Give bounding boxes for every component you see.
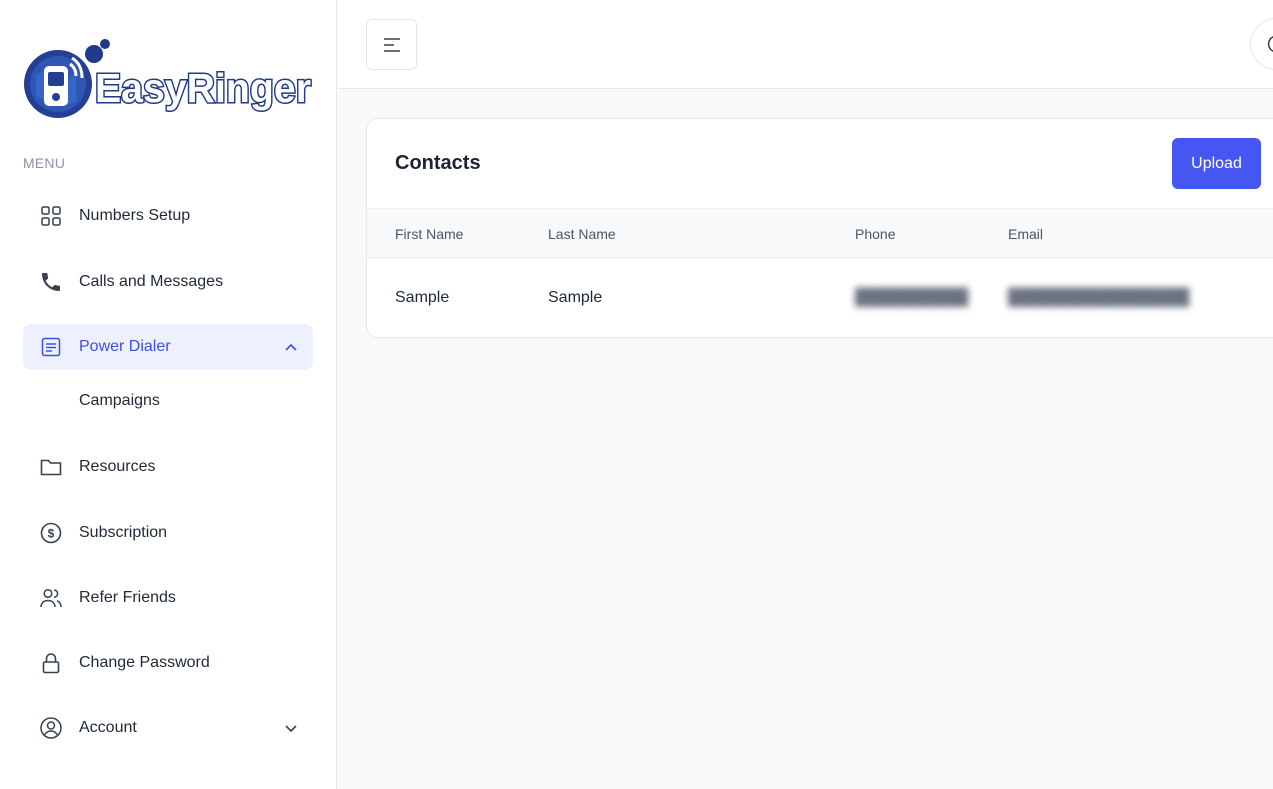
menu-toggle-button[interactable] <box>366 19 417 70</box>
grid-icon <box>23 204 79 228</box>
lock-icon <box>23 651 79 675</box>
theme-toggle-button[interactable] <box>1250 18 1273 70</box>
phone-icon <box>23 270 79 294</box>
table-row[interactable]: Sample Sample ██████████ ███████████████… <box>367 258 1273 337</box>
column-header-last-name[interactable]: Last Name <box>548 226 616 242</box>
menu-lines-icon <box>383 37 400 52</box>
sidebar-item-label: Account <box>79 719 137 736</box>
cell-first-name: Sample <box>395 289 450 306</box>
sidebar-item-label: Calls and Messages <box>79 273 224 290</box>
dollar-circle-icon: $ <box>23 521 79 545</box>
upload-button[interactable]: Upload <box>1172 138 1261 189</box>
sidebar: EasyRinger MENU Numbers Setup Calls and … <box>0 0 337 789</box>
cell-phone-redacted: ██████████ <box>855 289 969 306</box>
sidebar-item-subscription[interactable]: $ Subscription <box>23 510 313 556</box>
user-circle-icon <box>23 716 79 740</box>
column-header-email[interactable]: Email <box>1008 226 1043 242</box>
sidebar-item-change-password[interactable]: Change Password <box>23 640 313 686</box>
chevron-down-icon[interactable] <box>283 720 299 736</box>
cell-last-name: Sample <box>548 289 603 306</box>
sidebar-item-calls-and-messages[interactable]: Calls and Messages <box>23 259 313 305</box>
sidebar-item-account[interactable]: Account <box>23 705 313 751</box>
column-header-phone[interactable]: Phone <box>855 226 895 242</box>
top-header <box>338 0 1273 89</box>
sidebar-item-numbers-setup[interactable]: Numbers Setup <box>23 193 313 239</box>
chevron-up-icon[interactable] <box>283 339 299 355</box>
sidebar-item-label: Subscription <box>79 524 168 541</box>
sidebar-item-power-dialer[interactable]: Power Dialer <box>23 324 313 370</box>
sidebar-item-label: Numbers Setup <box>79 207 191 224</box>
users-icon <box>23 586 79 610</box>
svg-text:EasyRinger: EasyRinger <box>95 65 311 111</box>
sidebar-item-refer-friends[interactable]: Refer Friends <box>23 575 313 621</box>
sidebar-item-resources[interactable]: Resources <box>23 444 313 490</box>
sidebar-item-label: Resources <box>79 458 156 475</box>
easyringer-logo-icon: EasyRinger <box>24 39 313 118</box>
page-title: Contacts <box>395 152 481 174</box>
sidebar-subitem-campaigns[interactable]: Campaigns <box>79 392 160 410</box>
cell-email-redacted: ████████████████ <box>1008 289 1190 306</box>
table-header: First Name Last Name Phone Email <box>367 208 1273 258</box>
app-root: EasyRinger MENU Numbers Setup Calls and … <box>0 0 1273 789</box>
folder-icon <box>23 455 79 479</box>
column-header-first-name[interactable]: First Name <box>395 226 463 242</box>
brand-logo[interactable]: EasyRinger <box>22 36 314 120</box>
sidebar-item-label: Refer Friends <box>79 589 176 606</box>
svg-text:$: $ <box>48 527 55 541</box>
sidebar-item-label: Change Password <box>79 654 210 671</box>
menu-heading: MENU <box>23 155 66 171</box>
list-icon <box>23 335 79 359</box>
contacts-card: Contacts Upload First Name Last Name Pho… <box>366 118 1273 338</box>
sidebar-item-label: Power Dialer <box>79 338 171 355</box>
moon-icon <box>1267 36 1273 52</box>
